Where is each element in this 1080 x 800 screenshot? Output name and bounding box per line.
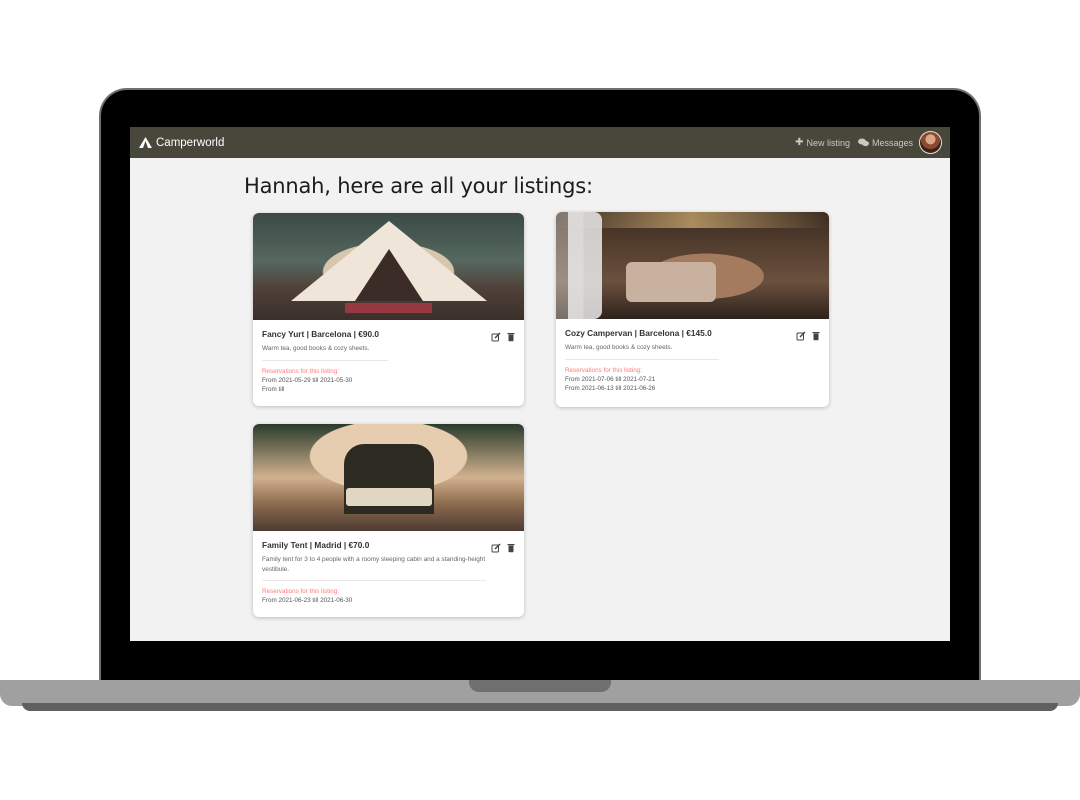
nav-right: ✚ New listing Messages <box>787 131 942 154</box>
reservations-label: Reservations for this listing: <box>262 367 339 375</box>
tent-icon <box>139 137 152 148</box>
reservations-label: Reservations for this listing: <box>262 588 339 595</box>
reservations-label: Reservations for this listing: <box>565 366 642 374</box>
messages-link[interactable]: Messages <box>857 137 913 148</box>
listing-card-body: Cozy Campervan | Barcelona | €145.0 Warm… <box>556 319 829 401</box>
listing-card: Fancy Yurt | Barcelona | €90.0 Warm tea,… <box>253 213 524 406</box>
listing-card-body: Family Tent | Madrid | €70.0 Family tent… <box>253 531 524 613</box>
app-screen: Camperworld ✚ New listing Messages Hanna… <box>130 127 950 641</box>
trash-icon[interactable] <box>506 329 516 342</box>
listing-card-body: Fancy Yurt | Barcelona | €90.0 Warm tea,… <box>253 320 524 402</box>
listing-photo[interactable] <box>556 212 829 319</box>
trash-icon[interactable] <box>506 540 516 553</box>
listing-card: Cozy Campervan | Barcelona | €145.0 Warm… <box>556 212 829 407</box>
divider <box>262 580 486 581</box>
edit-icon[interactable] <box>491 329 501 342</box>
listing-description: Family tent for 3 to 4 people with a roo… <box>262 556 486 573</box>
divider <box>565 358 719 360</box>
edit-icon[interactable] <box>796 328 806 341</box>
new-listing-link[interactable]: ✚ New listing <box>795 136 850 148</box>
listing-description: Warm tea, good books & cozy sheets. <box>262 345 370 352</box>
messages-label: Messages <box>871 137 913 148</box>
edit-icon[interactable] <box>491 540 501 553</box>
listing-description: Warm tea, good books & cozy sheets. <box>565 344 673 351</box>
divider <box>262 359 388 361</box>
page-title: Hannah, here are all your listings: <box>244 174 593 198</box>
listing-card: Family Tent | Madrid | €70.0 Family tent… <box>253 424 524 617</box>
brand-link[interactable]: Camperworld <box>139 137 224 149</box>
laptop-base-shadow <box>22 703 1058 711</box>
brand-name: Camperworld <box>156 136 225 149</box>
reservation-item: From 2021-06-13 till 2021-06-26 <box>565 384 656 392</box>
reservation-item: From till <box>262 385 285 393</box>
card-actions <box>486 540 516 553</box>
listing-photo[interactable] <box>253 213 524 320</box>
reservation-item: From 2021-06-23 till 2021-06-30 <box>262 597 353 604</box>
reservation-item: From 2021-07-06 till 2021-07-21 <box>565 375 656 383</box>
listing-title: Fancy Yurt | Barcelona | €90.0 <box>262 329 380 339</box>
listing-photo[interactable] <box>253 424 524 531</box>
listing-title: Family Tent | Madrid | €70.0 <box>262 540 370 550</box>
trash-icon[interactable] <box>811 328 821 341</box>
listing-title: Cozy Campervan | Barcelona | €145.0 <box>565 328 712 338</box>
card-actions <box>791 328 821 341</box>
laptop-notch <box>469 680 611 692</box>
new-listing-label: New listing <box>806 137 850 148</box>
card-actions <box>486 329 516 342</box>
reservation-item: From 2021-05-29 till 2021-05-30 <box>262 376 353 384</box>
avatar[interactable] <box>919 131 942 154</box>
plus-icon: ✚ <box>795 136 804 148</box>
navbar: Camperworld ✚ New listing Messages <box>130 127 950 158</box>
chat-bubbles-icon <box>857 138 869 147</box>
